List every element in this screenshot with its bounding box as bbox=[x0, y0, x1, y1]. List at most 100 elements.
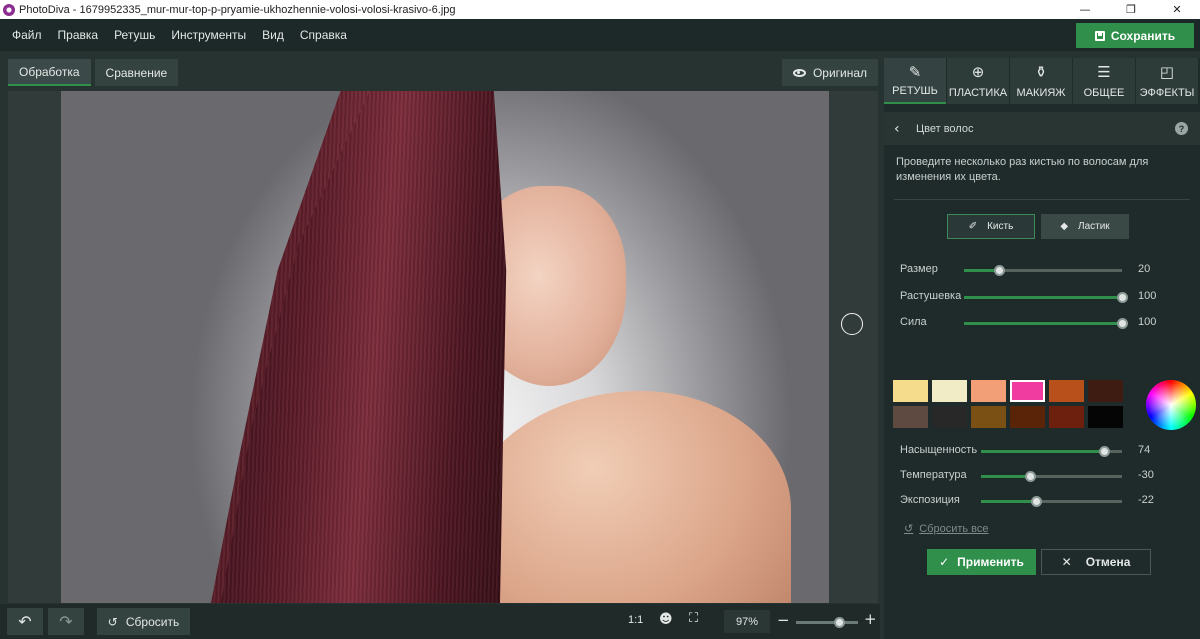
section-header: ‹ Цвет волос ? bbox=[884, 112, 1200, 145]
slider-thumb[interactable] bbox=[1098, 446, 1110, 457]
zoom-out-icon[interactable]: − bbox=[777, 611, 790, 629]
slider-fill bbox=[981, 475, 1031, 478]
zoom-slider[interactable] bbox=[796, 617, 858, 628]
slider-track[interactable] bbox=[964, 291, 1128, 303]
slider-thumb[interactable] bbox=[1117, 318, 1128, 329]
fit-face-icon[interactable]: ☻ bbox=[659, 612, 673, 627]
tab-retouch[interactable]: ✎ РЕТУШЬ bbox=[884, 58, 946, 104]
zoom-in-icon[interactable]: + bbox=[864, 610, 877, 628]
back-chevron-icon[interactable]: ‹ bbox=[894, 121, 906, 137]
slider-thumb[interactable] bbox=[1030, 496, 1042, 507]
reset-all-label: Сбросить все bbox=[919, 522, 989, 535]
redo-icon: ↷ bbox=[59, 612, 73, 631]
color-swatch[interactable] bbox=[1088, 380, 1123, 402]
color-swatch[interactable] bbox=[932, 380, 967, 402]
cancel-button[interactable]: ✕ Отмена bbox=[1041, 549, 1151, 575]
tab-general-label: ОБЩЕЕ bbox=[1083, 87, 1125, 99]
tab-general[interactable]: ☰ ОБЩЕЕ bbox=[1073, 58, 1135, 104]
color-swatch[interactable] bbox=[1049, 380, 1084, 402]
slider-label: Температура bbox=[900, 469, 967, 481]
brush-cursor-icon bbox=[841, 313, 863, 335]
save-button[interactable]: Сохранить bbox=[1076, 23, 1194, 48]
color-swatch[interactable] bbox=[1049, 406, 1084, 428]
original-button[interactable]: Оригинал bbox=[782, 59, 878, 86]
close-button[interactable]: ✕ bbox=[1154, 0, 1200, 19]
actual-size-button[interactable]: 1:1 bbox=[628, 614, 643, 626]
undo-icon: ↶ bbox=[18, 612, 32, 631]
tab-plastic[interactable]: ⊕ ПЛАСТИКА bbox=[947, 58, 1009, 104]
slider-value: 100 bbox=[1138, 316, 1157, 328]
menu-tools[interactable]: Инструменты bbox=[171, 28, 246, 42]
color-slider-row: Температура -30 bbox=[900, 469, 1190, 483]
zoom-level[interactable]: 97% bbox=[724, 610, 770, 633]
tab-retouch-label: РЕТУШЬ bbox=[892, 85, 938, 97]
right-panel: ✎ РЕТУШЬ ⊕ ПЛАСТИКА ⚱ МАКИЯЖ ☰ ОБЩЕЕ ◰ Э… bbox=[884, 58, 1200, 639]
reset-button[interactable]: ↺ Сбросить bbox=[97, 608, 190, 635]
photo-image[interactable] bbox=[61, 91, 829, 603]
menu-retouch[interactable]: Ретушь bbox=[114, 28, 155, 42]
window-controls: — ❐ ✕ bbox=[1062, 0, 1200, 19]
fullscreen-icon[interactable]: ⛶ bbox=[689, 611, 698, 626]
slider-track[interactable] bbox=[981, 446, 1122, 457]
slider-label: Размер bbox=[900, 263, 938, 275]
slider-track[interactable] bbox=[964, 318, 1128, 329]
slider-track[interactable] bbox=[964, 265, 1122, 276]
reset-button-label: Сбросить bbox=[125, 614, 180, 629]
color-wheel-picker[interactable] bbox=[1146, 380, 1196, 430]
slider-value: 74 bbox=[1138, 444, 1151, 456]
original-button-label: Оригинал bbox=[812, 65, 868, 80]
redo-button[interactable]: ↷ bbox=[48, 608, 84, 635]
menu-edit[interactable]: Правка bbox=[58, 28, 99, 42]
tab-effects[interactable]: ◰ ЭФФЕКТЫ bbox=[1136, 58, 1198, 104]
tab-makeup[interactable]: ⚱ МАКИЯЖ bbox=[1010, 58, 1072, 104]
menu-bar: Файл Правка Ретушь Инструменты Вид Справ… bbox=[0, 19, 1200, 51]
slider-fill bbox=[964, 322, 1122, 325]
menu-file[interactable]: Файл bbox=[12, 28, 42, 42]
brush-slider-row: Сила 100 bbox=[900, 316, 1190, 330]
brush-slider-row: Растушевка 100 bbox=[900, 290, 1190, 304]
color-swatch[interactable] bbox=[1088, 406, 1123, 428]
apply-button[interactable]: ✓ Применить bbox=[927, 549, 1036, 575]
color-swatch[interactable] bbox=[893, 380, 928, 402]
slider-track[interactable] bbox=[981, 471, 1122, 482]
slider-thumb[interactable] bbox=[1025, 471, 1037, 482]
minimize-button[interactable]: — bbox=[1062, 0, 1108, 19]
slider-thumb[interactable] bbox=[1117, 291, 1128, 303]
photodiva-logo-icon bbox=[3, 3, 15, 16]
effects-icon: ◰ bbox=[1159, 63, 1175, 81]
slider-thumb[interactable] bbox=[993, 265, 1005, 276]
slider-label: Сила bbox=[900, 316, 927, 328]
tab-plastic-label: ПЛАСТИКА bbox=[948, 87, 1008, 99]
plastic-globe-icon: ⊕ bbox=[971, 63, 985, 81]
slider-value: -30 bbox=[1138, 469, 1154, 481]
color-swatch[interactable] bbox=[932, 406, 967, 428]
window-title: PhotoDiva - 1679952335_mur-mur-top-p-pry… bbox=[19, 3, 456, 16]
slider-label: Насыщенность bbox=[900, 444, 978, 456]
tab-makeup-label: МАКИЯЖ bbox=[1016, 87, 1066, 99]
eraser-tool-button[interactable]: ◆ Ластик bbox=[1041, 214, 1129, 239]
color-swatch[interactable] bbox=[971, 380, 1006, 402]
reset-all-link[interactable]: ↺ Сбросить все bbox=[904, 522, 989, 535]
color-swatch[interactable] bbox=[971, 406, 1006, 428]
brush-tool-button[interactable]: ✐ Кисть bbox=[947, 214, 1035, 239]
color-swatch[interactable] bbox=[1010, 380, 1045, 402]
slider-track[interactable] bbox=[981, 496, 1122, 507]
menu-help[interactable]: Справка bbox=[300, 28, 347, 42]
color-swatch[interactable] bbox=[1010, 406, 1045, 428]
save-button-label: Сохранить bbox=[1110, 28, 1176, 43]
zoom-slider-thumb[interactable] bbox=[834, 617, 846, 628]
slider-fill bbox=[964, 295, 1122, 299]
brush-slider-row: Размер 20 bbox=[900, 263, 1190, 277]
color-swatch[interactable] bbox=[893, 406, 928, 428]
maximize-button[interactable]: ❐ bbox=[1108, 0, 1154, 19]
tab-processing[interactable]: Обработка bbox=[8, 59, 91, 86]
slider-value: 100 bbox=[1138, 289, 1157, 302]
menu-view[interactable]: Вид bbox=[262, 28, 284, 42]
slider-label: Экспозиция bbox=[900, 494, 960, 506]
tab-compare[interactable]: Сравнение bbox=[94, 59, 179, 86]
cancel-button-label: Отмена bbox=[1085, 555, 1131, 569]
photo-canvas[interactable] bbox=[8, 91, 878, 603]
undo-button[interactable]: ↶ bbox=[7, 608, 43, 635]
slider-fill bbox=[981, 450, 1104, 453]
help-icon[interactable]: ? bbox=[1175, 122, 1188, 135]
